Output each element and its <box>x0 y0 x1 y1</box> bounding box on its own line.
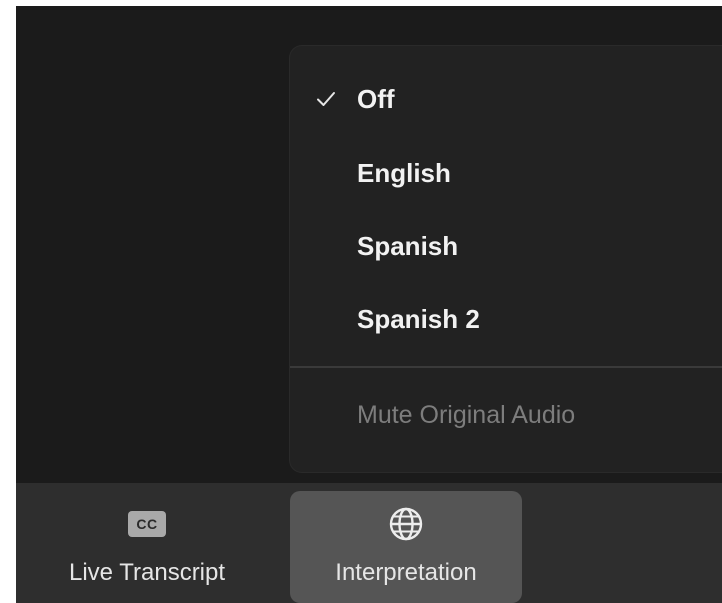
meeting-window: Off English Spanish Spanish 2 Mute Origi… <box>16 6 722 603</box>
globe-icon <box>387 505 425 543</box>
closed-caption-icon: CC <box>128 505 166 543</box>
live-transcript-label: Live Transcript <box>68 559 226 586</box>
checkmark-icon <box>317 92 335 106</box>
mute-original-audio-item[interactable]: Mute Original Audio <box>290 387 722 443</box>
interpretation-language-menu: Off English Spanish Spanish 2 Mute Origi… <box>290 46 722 472</box>
cc-badge: CC <box>128 511 166 537</box>
menu-item-label: Mute Original Audio <box>357 400 576 429</box>
menu-item-off[interactable]: Off <box>290 71 722 127</box>
menu-divider <box>290 366 722 368</box>
meeting-toolbar: CC Live Transcript Interpretation <box>16 483 722 603</box>
live-transcript-button[interactable]: CC Live Transcript <box>44 491 250 603</box>
menu-item-label: English <box>357 157 451 188</box>
menu-item-spanish[interactable]: Spanish <box>290 218 722 274</box>
interpretation-label: Interpretation <box>335 559 477 586</box>
menu-item-label: Off <box>357 83 395 114</box>
interpretation-button[interactable]: Interpretation <box>290 491 522 603</box>
menu-item-english[interactable]: English <box>290 145 722 201</box>
menu-item-spanish-2[interactable]: Spanish 2 <box>290 291 722 347</box>
menu-item-label: Spanish 2 <box>357 303 480 334</box>
menu-item-label: Spanish <box>357 230 459 261</box>
